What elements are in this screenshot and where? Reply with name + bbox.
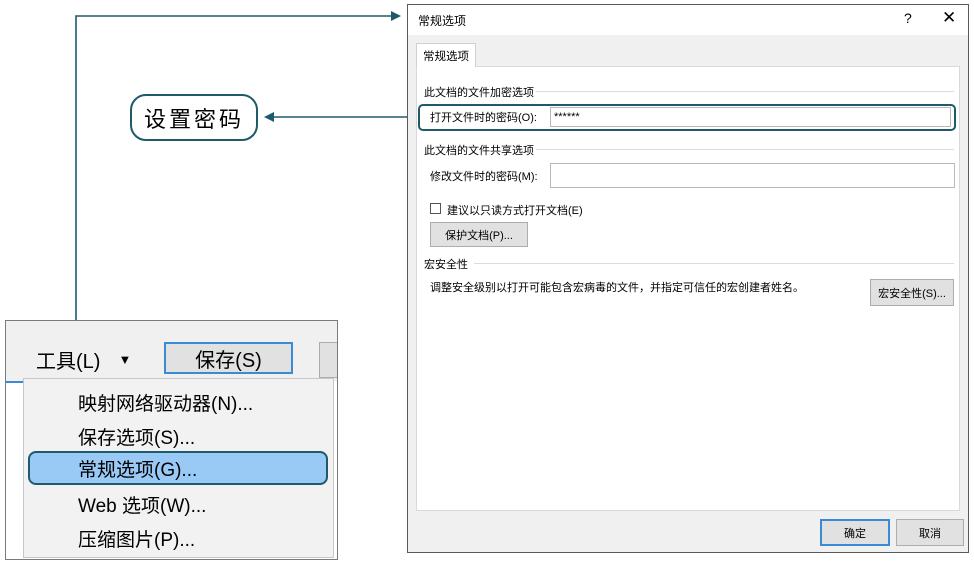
ok-button[interactable]: 确定 <box>820 519 890 546</box>
modify-password-label: 修改文件时的密码(M): <box>430 171 538 183</box>
macro-security-button[interactable]: 宏安全性(S)... <box>870 279 954 306</box>
menu-item-general-options[interactable]: 常规选项(G)... <box>28 451 328 485</box>
menu-item-web-options[interactable]: Web 选项(W)... <box>24 487 333 521</box>
menu-item-save-options[interactable]: 保存选项(S)... <box>24 419 333 453</box>
save-button[interactable]: 保存(S) <box>164 342 293 374</box>
tools-menu-label: 工具(L) <box>36 350 101 373</box>
tools-menu-button[interactable]: 工具(L) ▼ <box>24 342 142 376</box>
readonly-checkbox[interactable] <box>430 203 441 214</box>
encryption-section-heading: 此文档的文件加密选项 <box>424 87 534 99</box>
open-password-input[interactable]: ****** <box>550 107 951 127</box>
help-icon[interactable]: ? <box>904 10 912 26</box>
close-icon[interactable]: ✕ <box>942 8 956 28</box>
file-dialog-toolbar-panel: 工具(L) ▼ 保存(S) 映射网络驱动器(N)... 保存选项(S)... 常… <box>5 320 338 560</box>
menu-item-compress-pictures[interactable]: 压缩图片(P)... <box>24 521 333 555</box>
menu-item-map-network-drive[interactable]: 映射网络驱动器(N)... <box>24 385 333 419</box>
macro-description: 调整安全级别以打开可能包含宏病毒的文件，并指定可信任的宏创建者姓名。 <box>430 282 804 294</box>
tab-general-options[interactable]: 常规选项 <box>416 43 476 67</box>
dialog-titlebar <box>408 5 968 35</box>
cancel-button[interactable]: 取消 <box>896 519 964 546</box>
dialog-title: 常规选项 <box>418 14 467 28</box>
general-options-dialog: 常规选项 ? ✕ 常规选项 此文档的文件加密选项 打开文件时的密码(O): **… <box>407 4 969 553</box>
section-divider <box>536 149 954 150</box>
sharing-section-heading: 此文档的文件共享选项 <box>424 145 534 157</box>
focus-line <box>6 381 24 383</box>
readonly-label[interactable]: 建议以只读方式打开文档(E) <box>447 202 583 218</box>
modify-password-input[interactable] <box>550 163 955 188</box>
set-password-callout: 设置密码 <box>130 94 258 141</box>
macro-section-heading: 宏安全性 <box>424 259 468 271</box>
section-divider <box>536 91 954 92</box>
cancel-button-partial[interactable] <box>319 342 337 378</box>
chevron-down-icon: ▼ <box>118 351 132 367</box>
section-divider <box>474 263 954 264</box>
protect-document-button[interactable]: 保护文档(P)... <box>430 222 528 247</box>
tools-dropdown-menu: 映射网络驱动器(N)... 保存选项(S)... 常规选项(G)... Web … <box>23 378 334 558</box>
